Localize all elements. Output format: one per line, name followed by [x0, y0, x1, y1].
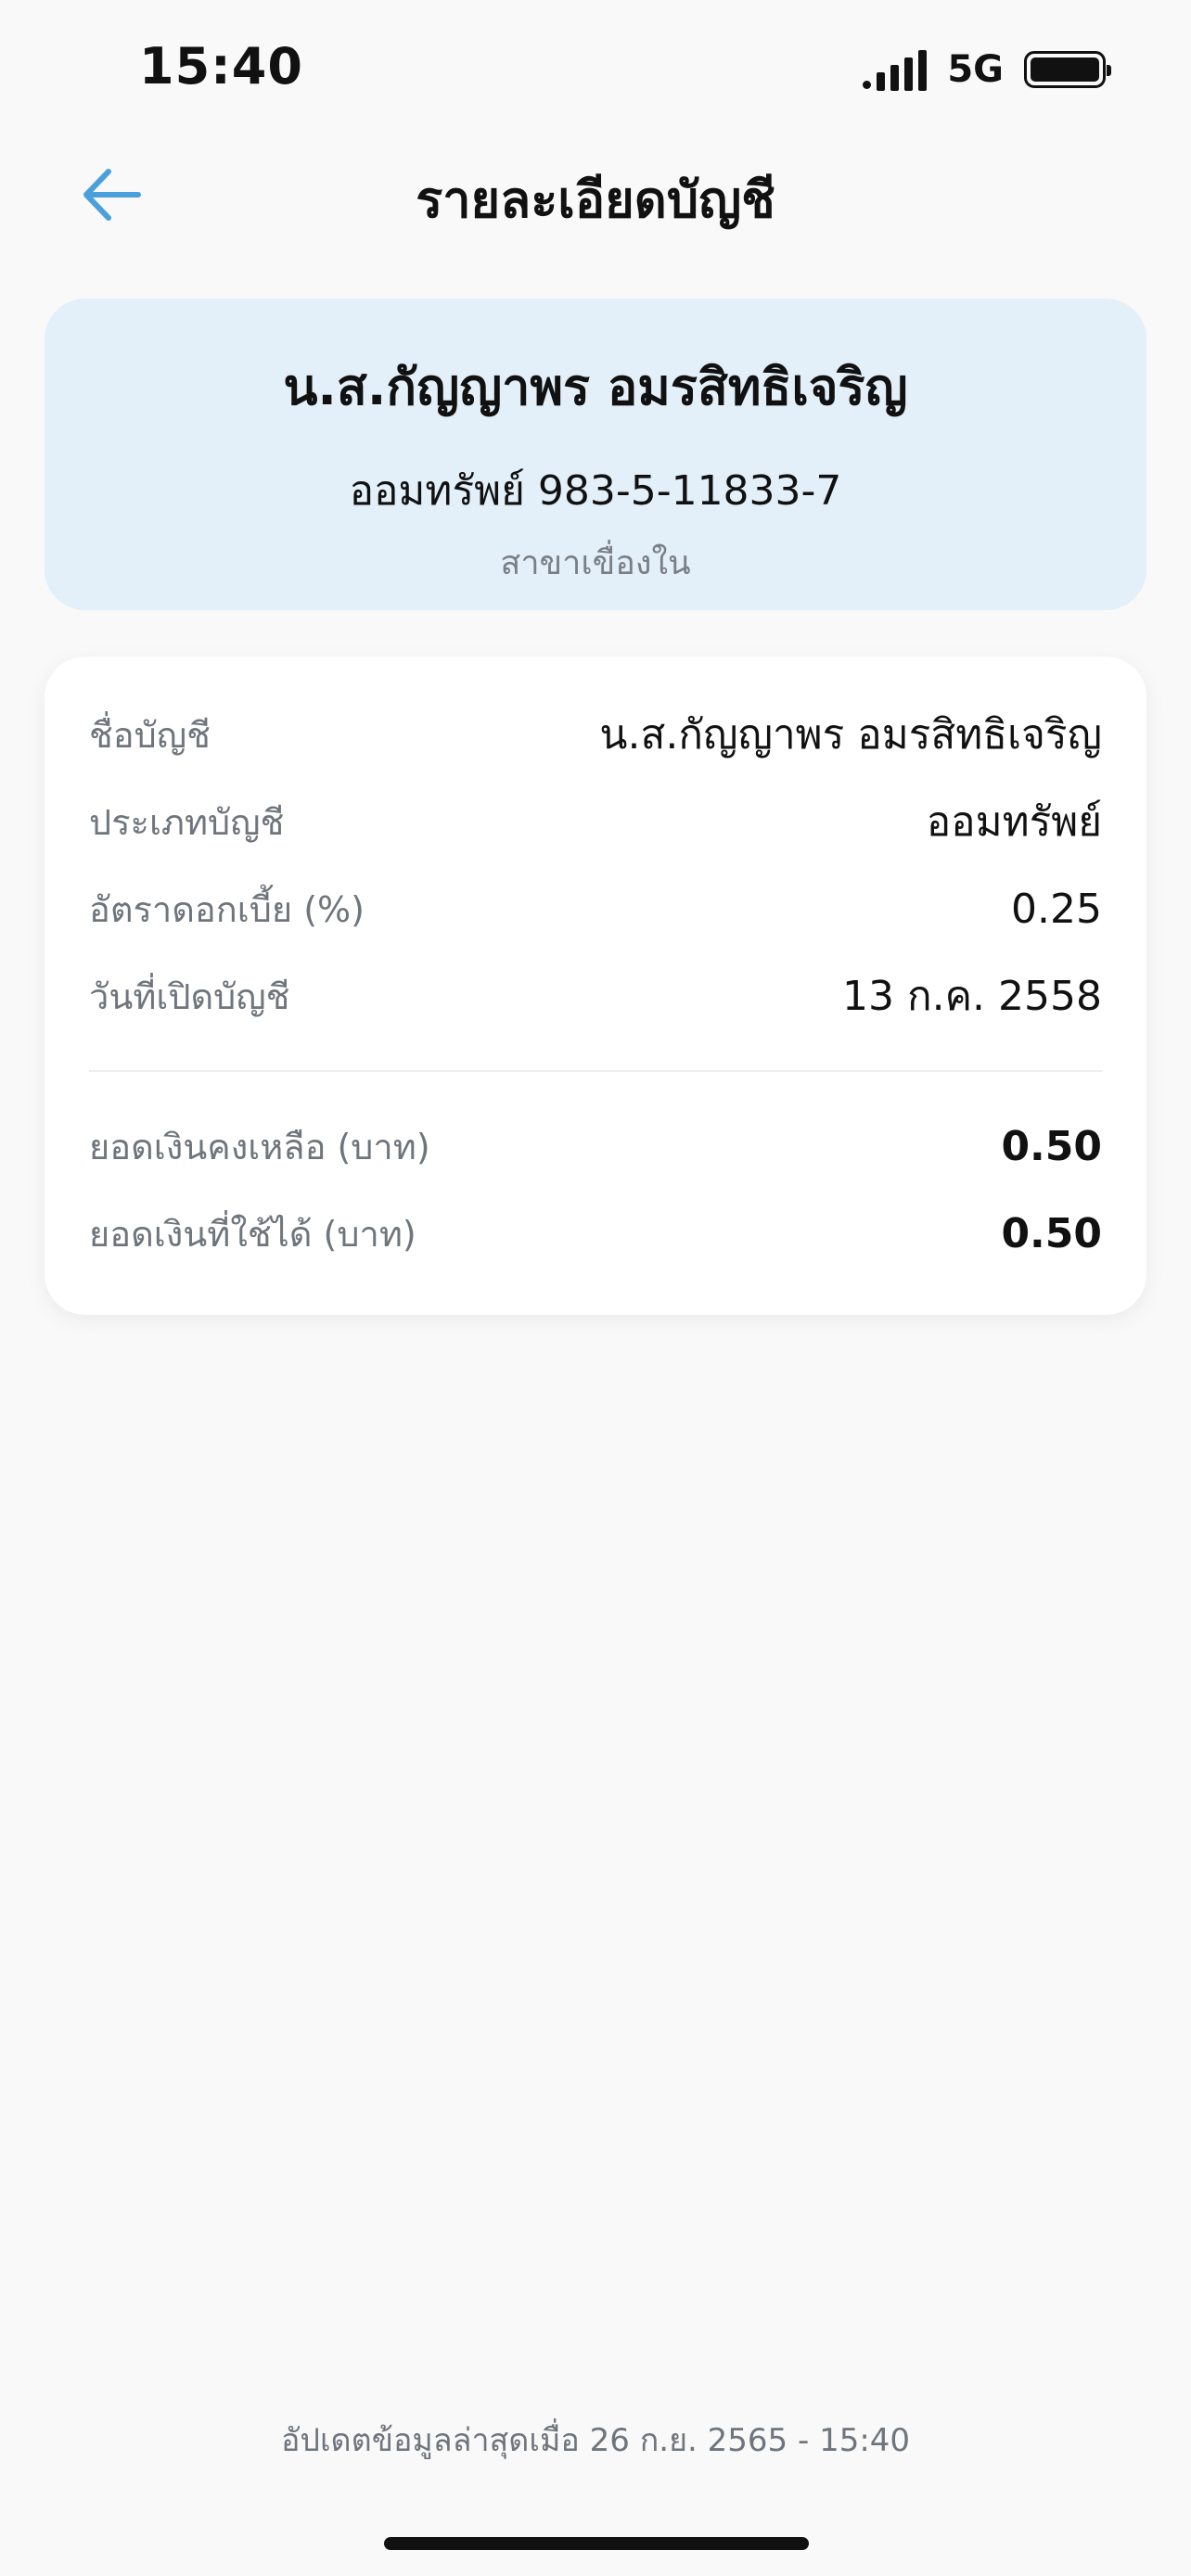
- account-details-card: ชื่อบัญชี น.ส.กัญญาพร อมรสิทธิเจริญ ประเ…: [45, 657, 1146, 1315]
- detail-value: 0.25: [1011, 885, 1102, 933]
- status-bar: 15:40 5G: [0, 0, 1191, 139]
- detail-row-account-type: ประเภทบัญชี ออมทรัพย์: [89, 784, 1102, 859]
- balance-label: ยอดเงินคงเหลือ (บาท): [89, 1126, 430, 1167]
- home-indicator[interactable]: [384, 2537, 809, 2550]
- network-label: 5G: [947, 48, 1004, 91]
- last-updated-text: อัปเดตข้อมูลล่าสุดเมื่อ 26 ก.ย. 2565 - 1…: [280, 2422, 911, 2459]
- detail-value: ออมทรัพย์: [926, 798, 1102, 846]
- detail-value: น.ส.กัญญาพร อมรสิทธิเจริญ: [599, 711, 1102, 759]
- account-number: ออมทรัพย์ 983-5-11833-7: [349, 467, 842, 515]
- page-title: รายละเอียดบัญชี: [416, 171, 775, 229]
- detail-label: อัตราดอกเบี้ย (%): [89, 888, 365, 930]
- detail-row-interest-rate: อัตราดอกเบี้ย (%) 0.25: [89, 872, 1102, 946]
- battery-icon: [1024, 51, 1111, 88]
- detail-label: ชื่อบัญชี: [89, 714, 211, 756]
- balance-label: ยอดเงินที่ใช้ได้ (บาท): [89, 1213, 416, 1255]
- detail-label: ประเภทบัญชี: [89, 801, 285, 843]
- detail-value: 13 ก.ค. 2558: [842, 973, 1102, 1020]
- balance-value: 0.50: [1001, 1209, 1102, 1257]
- detail-label: วันที่เปิดบัญชี: [89, 976, 290, 1017]
- balance-row-remaining: ยอดเงินคงเหลือ (บาท) 0.50: [89, 1109, 1102, 1183]
- balance-value: 0.50: [1001, 1122, 1102, 1170]
- account-summary-card: น.ส.กัญญาพร อมรสิทธิเจริญ ออมทรัพย์ 983-…: [45, 299, 1146, 610]
- balance-row-available: ยอดเงินที่ใช้ได้ (บาท) 0.50: [89, 1196, 1102, 1270]
- divider: [89, 1070, 1102, 1072]
- branch-name: สาขาเขื่องใน: [500, 544, 691, 582]
- status-time: 15:40: [139, 37, 303, 96]
- account-holder-name: น.ส.กัญญาพร อมรสิทธิเจริญ: [283, 358, 908, 416]
- status-indicators: 5G: [863, 48, 1111, 91]
- account-details-screen: 15:40 5G รายละเอียดบัญชี น.ส.กัญญาพร อมร…: [0, 0, 1191, 2576]
- nav-header: รายละเอียดบัญชี: [0, 139, 1191, 250]
- detail-row-open-date: วันที่เปิดบัญชี 13 ก.ค. 2558: [89, 959, 1102, 1033]
- signal-bars-icon: [863, 48, 928, 91]
- detail-row-account-name: ชื่อบัญชี น.ส.กัญญาพร อมรสิทธิเจริญ: [89, 697, 1102, 772]
